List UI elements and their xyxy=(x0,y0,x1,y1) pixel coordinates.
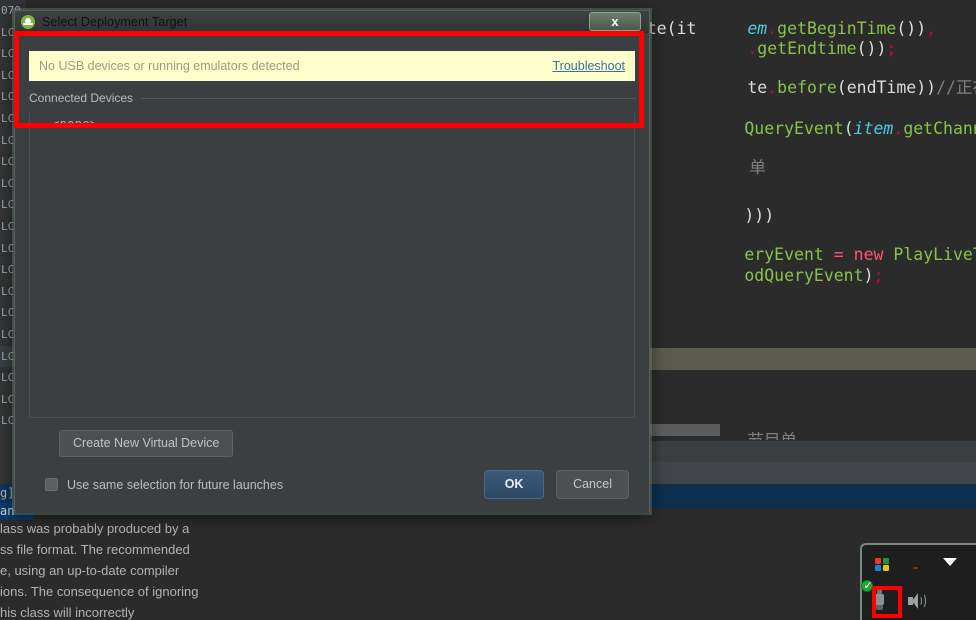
usb-device-connected-icon[interactable] xyxy=(861,579,893,612)
close-icon[interactable]: x xyxy=(589,12,641,31)
use-same-selection-checkbox[interactable] xyxy=(45,478,58,491)
section-divider xyxy=(141,97,635,99)
message-line: lass was probably produced by a xyxy=(0,521,190,536)
android-studio-icon xyxy=(21,14,35,29)
mail-envelope-icon[interactable] xyxy=(941,556,961,576)
message-line: his class will incorrectly xyxy=(0,605,135,620)
dialog-body: No USB devices or running emulators dete… xyxy=(15,33,649,513)
system-tray-icons xyxy=(861,548,976,620)
list-item[interactable]: <none> xyxy=(30,115,634,131)
qq-messenger-icon[interactable] xyxy=(907,556,927,576)
dialog-footer: Use same selection for future launches O… xyxy=(27,470,637,499)
editor-selection-block xyxy=(645,424,720,436)
dialog-title-bar[interactable]: Select Deployment Target x xyxy=(15,11,649,33)
dialog-button-group: OK Cancel xyxy=(484,470,629,499)
use-same-selection-label: Use same selection for future launches xyxy=(67,477,284,492)
editor-current-line-highlight xyxy=(645,348,976,370)
create-new-virtual-device-button[interactable]: Create New Virtual Device xyxy=(59,430,234,457)
message-line: ions. The consequence of ignoring xyxy=(0,584,199,599)
dialog-title: Select Deployment Target xyxy=(42,14,188,29)
volume-speaker-icon[interactable] xyxy=(907,592,927,612)
screen-root: 070 LC LC LC LC LC LC LC LC LC LC LC LC … xyxy=(0,0,976,620)
build-message-text: lass was probably produced by a ss file … xyxy=(0,518,330,620)
connected-devices-list[interactable]: <none> xyxy=(29,113,635,418)
message-line: e, using an up-to-date compiler xyxy=(0,563,180,578)
cancel-button[interactable]: Cancel xyxy=(556,470,629,499)
editor-panel-divider-2 xyxy=(645,462,976,484)
message-line: ss file format. The recommended xyxy=(0,542,190,557)
use-same-selection-checkbox-wrap[interactable]: Use same selection for future launches xyxy=(45,478,283,492)
system-tray xyxy=(860,543,976,620)
section-label: Connected Devices xyxy=(29,91,134,105)
notice-message: No USB devices or running emulators dete… xyxy=(39,59,300,73)
windows-security-shield-icon[interactable] xyxy=(873,556,893,576)
troubleshoot-link[interactable]: Troubleshoot xyxy=(553,59,626,73)
connected-devices-header: Connected Devices xyxy=(29,91,635,105)
editor-panel-divider-1 xyxy=(645,440,976,462)
ok-button[interactable]: OK xyxy=(484,470,545,499)
code-line: odQueryEvent); xyxy=(744,265,884,285)
no-devices-notice: No USB devices or running emulators dete… xyxy=(29,51,635,81)
select-deployment-target-dialog: Select Deployment Target x No USB device… xyxy=(14,10,650,513)
editor-selected-row[interactable] xyxy=(645,484,976,508)
